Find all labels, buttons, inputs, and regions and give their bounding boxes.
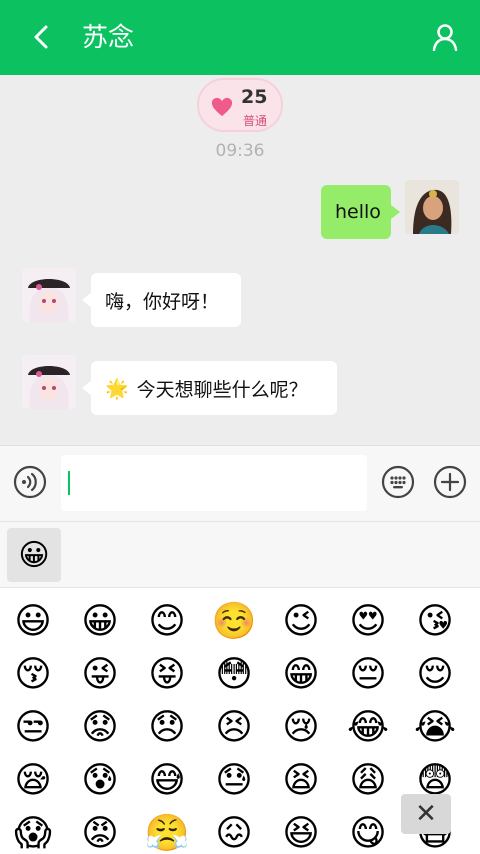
message-text: 今天想聊些什么呢？: [136, 378, 308, 401]
keyboard-button[interactable]: [381, 465, 415, 499]
message-bubble-received[interactable]: 嗨，你好呀！: [91, 273, 241, 327]
star-emoji: 🌟: [105, 377, 129, 400]
avatar-image: [22, 268, 76, 322]
voice-button[interactable]: [13, 465, 47, 499]
keyboard-icon: [381, 465, 415, 499]
emoji-item[interactable]: 😂: [344, 704, 392, 752]
timestamp: 09:36: [215, 141, 265, 161]
emoji-item[interactable]: 😤: [143, 810, 191, 854]
emoji-item[interactable]: 😟: [76, 704, 124, 752]
emoji-item[interactable]: 😀: [76, 598, 124, 646]
chat-title: 苏念: [82, 23, 135, 53]
bubble-tail: [82, 381, 91, 395]
avatar-image: [22, 355, 76, 409]
emoji-item[interactable]: 😋: [344, 810, 392, 854]
emoji-item[interactable]: ☺️: [210, 598, 258, 646]
emoji-item[interactable]: 😫: [277, 757, 325, 805]
emoji-item[interactable]: 😜: [76, 651, 124, 699]
emoji-item[interactable]: 😁: [277, 651, 325, 699]
intimacy-badge[interactable]: 25 普通: [197, 78, 283, 132]
bubble-tail: [82, 293, 91, 307]
emoji-item[interactable]: 😌: [411, 651, 459, 699]
back-button[interactable]: [24, 20, 58, 54]
emoji-item[interactable]: 😘: [411, 598, 459, 646]
emoji-item[interactable]: 😃: [9, 598, 57, 646]
emoji-item[interactable]: 😪: [9, 757, 57, 805]
profile-button[interactable]: [428, 20, 462, 54]
emoji-item[interactable]: 😔: [344, 651, 392, 699]
emoji-item[interactable]: 😞: [143, 704, 191, 752]
intimacy-value: 25: [241, 86, 268, 108]
emoji-item[interactable]: 😒: [9, 704, 57, 752]
plus-icon: [433, 465, 467, 499]
backspace-icon: ✕: [415, 799, 437, 829]
emoji-item[interactable]: 😍: [344, 598, 392, 646]
emoji-item[interactable]: 😆: [277, 810, 325, 854]
intimacy-level: 普通: [243, 114, 268, 128]
title-bar: 苏念: [0, 0, 480, 75]
emoji-item[interactable]: 😣: [210, 704, 258, 752]
contact-avatar[interactable]: [22, 355, 76, 409]
contact-avatar[interactable]: [22, 268, 76, 322]
emoji-item[interactable]: 😉: [277, 598, 325, 646]
avatar-image: [405, 180, 459, 234]
emoji-item[interactable]: 😰: [76, 757, 124, 805]
emoji-grid: 😃😀😊☺️😉😍😘😚😜😝😳😁😔😌😒😟😞😣😢😂😭😪😰😅😓😫😩😨😱😡😤😖😆😋😷 ✕: [0, 588, 480, 854]
emoji-item[interactable]: 😖: [210, 810, 258, 854]
text-cursor: [68, 471, 70, 495]
message-text: hello: [335, 201, 381, 223]
message-bubble-sent[interactable]: hello: [321, 185, 391, 239]
more-button[interactable]: [433, 465, 467, 499]
heart-icon: [211, 97, 233, 117]
bubble-tail: [391, 205, 400, 219]
input-bar: [0, 445, 480, 521]
delete-button[interactable]: ✕: [401, 794, 451, 834]
message-input[interactable]: [61, 455, 367, 511]
emoji-item[interactable]: 😚: [9, 651, 57, 699]
emoji-item[interactable]: 😭: [411, 704, 459, 752]
emoji-item[interactable]: 😓: [210, 757, 258, 805]
person-icon: [432, 24, 458, 51]
emoji-item[interactable]: 😝: [143, 651, 191, 699]
emoji-item[interactable]: 😱: [9, 810, 57, 854]
emoji-item[interactable]: 😅: [143, 757, 191, 805]
message-bubble-received[interactable]: 🌟 今天想聊些什么呢？: [91, 361, 337, 415]
message-text: 嗨，你好呀！: [105, 290, 220, 313]
voice-icon: [13, 465, 47, 499]
message-list[interactable]: 25 普通 09:36 hello 嗨，你好呀！ 🌟 今天想聊些什么呢？: [0, 75, 480, 445]
chevron-left-icon: [34, 25, 48, 49]
emoji-tab-bar: 😀: [0, 521, 480, 588]
emoji-item[interactable]: 😡: [76, 810, 124, 854]
emoji-item[interactable]: 😢: [277, 704, 325, 752]
my-avatar[interactable]: [405, 180, 459, 234]
emoji-item[interactable]: 😳: [210, 651, 258, 699]
emoji-item[interactable]: 😊: [143, 598, 191, 646]
emoji-tab-default[interactable]: 😀: [7, 528, 61, 582]
emoji-item[interactable]: 😩: [344, 757, 392, 805]
